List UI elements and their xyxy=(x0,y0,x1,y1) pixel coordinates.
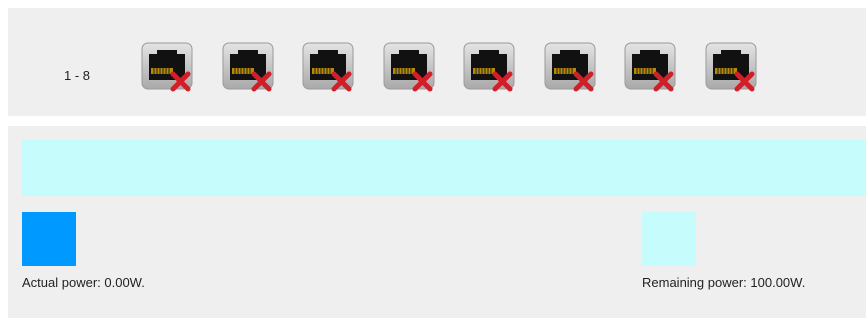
ethernet-port-disconnected-icon xyxy=(302,42,354,92)
ethernet-port-disconnected-icon xyxy=(624,42,676,92)
port-3[interactable] xyxy=(302,42,354,94)
ethernet-port-disconnected-icon xyxy=(705,42,757,92)
ethernet-port-disconnected-icon xyxy=(141,42,193,92)
ethernet-port-disconnected-icon xyxy=(383,42,435,92)
remaining-power-text: Remaining power: 100.00W. xyxy=(642,275,806,290)
ethernet-port-disconnected-icon xyxy=(463,42,515,92)
ethernet-port-disconnected-icon xyxy=(544,42,596,92)
ethernet-port-disconnected-icon xyxy=(222,42,274,92)
port-5[interactable] xyxy=(463,42,515,94)
port-2[interactable] xyxy=(222,42,274,94)
power-panel: Actual power: 0.00W. Remaining power: 10… xyxy=(8,126,866,318)
port-4[interactable] xyxy=(383,42,435,94)
power-usage-bar xyxy=(22,140,866,196)
port-1[interactable] xyxy=(141,42,193,94)
ports-panel: 1 - 8 xyxy=(8,8,866,116)
port-range-label: 1 - 8 xyxy=(64,68,91,83)
remaining-power-legend-swatch xyxy=(642,212,696,266)
port-8[interactable] xyxy=(705,42,757,94)
actual-power-text: Actual power: 0.00W. xyxy=(22,275,145,290)
port-7[interactable] xyxy=(624,42,676,94)
port-6[interactable] xyxy=(544,42,596,94)
actual-power-legend-swatch xyxy=(22,212,76,266)
